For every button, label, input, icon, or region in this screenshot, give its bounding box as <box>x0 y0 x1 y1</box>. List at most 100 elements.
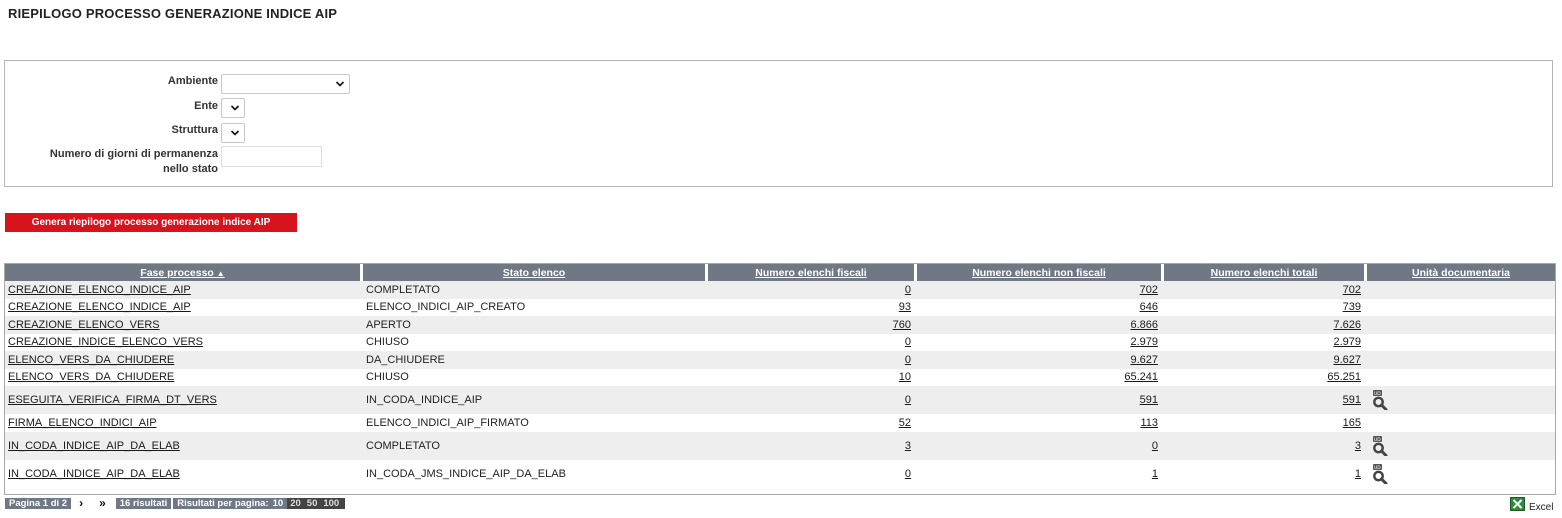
fase-processo-link[interactable]: CREAZIONE_ELENCO_VERS <box>8 319 160 331</box>
ambiente-select[interactable] <box>221 74 350 94</box>
numero-totali-link[interactable]: 9.627 <box>1333 354 1361 366</box>
unita-documentaria-cell <box>1367 281 1555 299</box>
table-cell: 0 <box>708 281 917 299</box>
stato-elenco-cell: ELENCO_INDICI_AIP_FIRMATO <box>366 416 529 429</box>
fase-processo-link[interactable]: IN_CODA_INDICE_AIP_DA_ELAB <box>8 440 180 452</box>
numero-fiscali-link[interactable]: 93 <box>899 301 911 313</box>
table-cell: 0 <box>708 333 917 351</box>
table-cell: ELENCO_INDICI_AIP_FIRMATO <box>363 414 708 432</box>
numero-non-fiscali-link[interactable]: 0 <box>1152 440 1158 452</box>
numero-totali-link[interactable]: 65.251 <box>1327 371 1361 383</box>
table-row: ESEGUITA_VERIFICA_FIRMA_DT_VERS IN_CODA_I… <box>5 386 1555 414</box>
ente-select[interactable] <box>221 98 245 118</box>
table-cell: 591 <box>1164 386 1367 414</box>
fase-processo-link[interactable]: FIRMA_ELENCO_INDICI_AIP <box>8 417 157 429</box>
per-page-label: Risultati per pagina: <box>173 497 273 509</box>
table-cell: 0 <box>708 351 917 369</box>
table-row: CREAZIONE_ELENCO_INDICE_AIP COMPLETATO 0 70… <box>5 281 1555 299</box>
table-header-row: Fase processo ▲ Stato elenco Numero elen… <box>5 264 1555 281</box>
numero-non-fiscali-link[interactable]: 591 <box>1140 394 1158 406</box>
header-numero-elenchi-fiscali[interactable]: Numero elenchi fiscali <box>708 264 917 281</box>
numero-totali-link[interactable]: 1 <box>1355 468 1361 480</box>
page-title: RIEPILOGO PROCESSO GENERAZIONE INDICE AI… <box>8 6 338 21</box>
numero-fiscali-link[interactable]: 3 <box>905 440 911 452</box>
fase-processo-link[interactable]: CREAZIONE_INDICE_ELENCO_VERS <box>8 336 203 348</box>
numero-non-fiscali-link[interactable]: 6.866 <box>1130 319 1158 331</box>
table-cell: 52 <box>708 414 917 432</box>
numero-non-fiscali-link[interactable]: 9.627 <box>1130 354 1158 366</box>
magnifier-ud-icon[interactable]: UD <box>1372 390 1388 411</box>
header-numero-elenchi-non-fiscali[interactable]: Numero elenchi non fiscali <box>917 264 1164 281</box>
table-cell: CREAZIONE_INDICE_ELENCO_VERS <box>5 333 363 351</box>
table-cell: 65.251 <box>1164 368 1367 386</box>
header-numero-elenchi-totali[interactable]: Numero elenchi totali <box>1164 264 1367 281</box>
generate-summary-button[interactable]: Genera riepilogo processo generazione in… <box>5 213 297 232</box>
last-page-button[interactable]: » <box>91 497 114 509</box>
numero-totali-link[interactable]: 702 <box>1343 284 1361 296</box>
numero-fiscali-link[interactable]: 0 <box>905 468 911 480</box>
unita-documentaria-cell: UD <box>1367 431 1555 460</box>
numero-totali-link[interactable]: 591 <box>1343 394 1361 406</box>
numero-non-fiscali-link[interactable]: 65.241 <box>1124 371 1158 383</box>
numero-fiscali-link[interactable]: 760 <box>893 319 911 331</box>
stato-elenco-cell: IN_CODA_JMS_INDICE_AIP_DA_ELAB <box>366 467 566 480</box>
table-cell: IN_CODA_JMS_INDICE_AIP_DA_ELAB <box>363 459 708 488</box>
table-cell: 760 <box>708 316 917 334</box>
giorni-label-line2: nello stato <box>162 163 218 175</box>
header-unita-documentaria[interactable]: Unità documentaria <box>1367 264 1555 281</box>
numero-totali-link[interactable]: 3 <box>1355 440 1361 452</box>
numero-totali-link[interactable]: 739 <box>1343 301 1361 313</box>
giorni-input[interactable] <box>221 146 322 167</box>
numero-fiscali-link[interactable]: 0 <box>905 394 911 406</box>
table-cell: 9.627 <box>1164 351 1367 369</box>
numero-non-fiscali-link[interactable]: 646 <box>1140 301 1158 313</box>
numero-fiscali-link[interactable]: 10 <box>899 371 911 383</box>
numero-fiscali-link[interactable]: 0 <box>905 354 911 366</box>
fase-processo-link[interactable]: CREAZIONE_ELENCO_INDICE_AIP <box>8 301 191 313</box>
table-cell: 591 <box>917 386 1164 414</box>
unita-documentaria-cell <box>1367 351 1555 369</box>
header-stato-elenco[interactable]: Stato elenco <box>363 264 708 281</box>
table-row: CREAZIONE_INDICE_ELENCO_VERS CHIUSO 0 2.979… <box>5 333 1555 351</box>
table-cell: CREAZIONE_ELENCO_VERS <box>5 316 363 334</box>
pagination-bar: Pagina 1 di 2 › » 16 risultati Risultati… <box>5 497 346 509</box>
chevron-down-icon <box>230 128 240 140</box>
table-cell: 113 <box>917 414 1164 432</box>
table-cell: ELENCO_VERS_DA_CHIUDERE <box>5 351 363 369</box>
struttura-select[interactable] <box>221 123 245 143</box>
fase-processo-link[interactable]: CREAZIONE_ELENCO_INDICE_AIP <box>8 284 191 296</box>
per-page-option-10[interactable]: 10 <box>272 497 288 509</box>
fase-processo-link[interactable]: ESEGUITA_VERIFICA_FIRMA_DT_VERS <box>8 394 217 406</box>
table-cell: 65.241 <box>917 368 1164 386</box>
numero-totali-link[interactable]: 165 <box>1343 417 1361 429</box>
excel-export-button[interactable]: Excel <box>1510 497 1553 513</box>
fase-processo-link[interactable]: ELENCO_VERS_DA_CHIUDERE <box>8 354 174 366</box>
numero-non-fiscali-link[interactable]: 2.979 <box>1130 336 1158 348</box>
magnifier-ud-icon[interactable]: UD <box>1372 435 1388 457</box>
numero-totali-link[interactable]: 7.626 <box>1333 319 1361 331</box>
svg-text:UD: UD <box>1374 391 1381 397</box>
table-cell: CHIUSO <box>363 368 708 386</box>
per-page-option-20[interactable]: 20 <box>287 497 304 509</box>
table-cell: 0 <box>917 431 1164 460</box>
per-page-option-50[interactable]: 50 <box>303 497 321 509</box>
ente-label: Ente <box>194 100 218 112</box>
magnifier-ud-icon[interactable]: UD <box>1372 463 1388 485</box>
numero-fiscali-link[interactable]: 0 <box>905 336 911 348</box>
header-fase-processo[interactable]: Fase processo ▲ <box>5 264 363 281</box>
numero-non-fiscali-link[interactable]: 113 <box>1140 417 1158 429</box>
table-cell: 2.979 <box>1164 333 1367 351</box>
numero-fiscali-link[interactable]: 52 <box>899 417 911 429</box>
numero-non-fiscali-link[interactable]: 702 <box>1140 284 1158 296</box>
table-cell: ELENCO_VERS_DA_CHIUDERE <box>5 368 363 386</box>
next-page-button[interactable]: › <box>71 497 91 509</box>
numero-fiscali-link[interactable]: 0 <box>905 284 911 296</box>
fase-processo-link[interactable]: IN_CODA_INDICE_AIP_DA_ELAB <box>8 468 180 480</box>
table-cell: IN_CODA_INDICE_AIP_DA_ELAB <box>5 459 363 488</box>
numero-non-fiscali-link[interactable]: 1 <box>1152 468 1158 480</box>
svg-text:UD: UD <box>1374 465 1381 471</box>
numero-totali-link[interactable]: 2.979 <box>1333 336 1361 348</box>
per-page-option-100[interactable]: 100 <box>320 497 346 509</box>
fase-processo-link[interactable]: ELENCO_VERS_DA_CHIUDERE <box>8 371 174 383</box>
unita-documentaria-cell <box>1367 414 1555 432</box>
